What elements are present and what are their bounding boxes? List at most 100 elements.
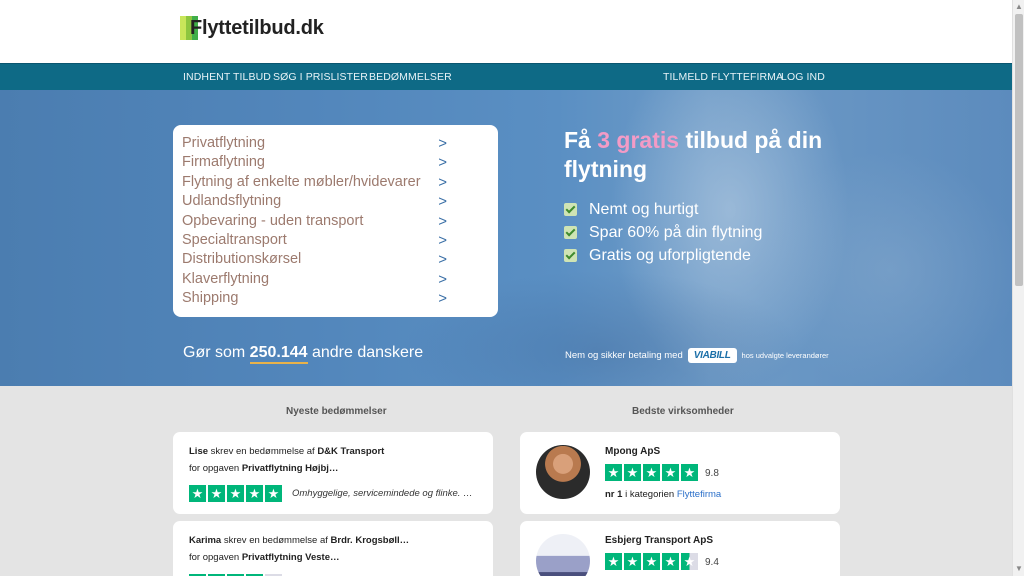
review-header: Karima skrev en bedømmelse af Brdr. Krog…: [189, 535, 409, 546]
review-header: Lise skrev en bedømmelse af D&K Transpor…: [189, 446, 384, 457]
page-scrollbar[interactable]: ▲ ▼: [1012, 0, 1024, 576]
benefit-label: Spar 60% på din flytning: [589, 223, 763, 241]
job-title: Privatflytning Højbj…: [241, 463, 339, 474]
rating-stars: ★★★★★: [605, 553, 698, 570]
firm-score: 9.8: [705, 468, 719, 479]
star-icon: ★: [624, 553, 641, 570]
benefit-item: Gratis og uforpligtende: [564, 244, 762, 267]
menu-item-klaverflytning[interactable]: Klaverflytning >: [182, 270, 489, 289]
firm-card[interactable]: Esbjerg Transport ApS ★ ★ ★ ★ ★ 9.4: [520, 521, 840, 576]
star-icon: ★: [624, 464, 641, 481]
firm-score: 9.4: [705, 557, 719, 568]
star-icon: ★: [189, 485, 206, 502]
category-link[interactable]: Flyttefirma: [677, 489, 721, 500]
menu-item-distributionskoersel[interactable]: Distributionskørsel >: [182, 250, 489, 269]
counter-suffix: andre danskere: [307, 344, 424, 361]
chevron-right-icon: >: [438, 193, 447, 211]
content-section: Nyeste bedømmelser Bedste virksomheder L…: [0, 386, 1012, 576]
payment-suffix: hos udvalgte leverandører: [741, 351, 829, 360]
menu-item-opbevaring[interactable]: Opbevaring - uden transport >: [182, 212, 489, 231]
nav-indhent-tilbud[interactable]: INDHENT TILBUD: [183, 71, 271, 83]
menu-item-label: Specialtransport: [182, 231, 287, 248]
review-card[interactable]: Karima skrev en bedømmelse af Brdr. Krog…: [173, 521, 493, 576]
menu-item-label: Firmaflytning: [182, 154, 265, 171]
nav-bedoemmelser[interactable]: BEDØMMELSER: [369, 71, 452, 83]
checkbox-check-icon: [564, 249, 577, 262]
nav-log-ind[interactable]: LOG IND: [781, 71, 825, 83]
firm-name: Esbjerg Transport ApS: [605, 535, 713, 546]
chevron-right-icon: >: [438, 135, 447, 152]
menu-item-privatflytning[interactable]: Privatflytning >: [182, 134, 489, 153]
star-icon: ★: [681, 553, 698, 570]
star-icon: ★: [246, 485, 263, 502]
scrollbar-thumb[interactable]: [1015, 14, 1023, 286]
checkbox-check-icon: [564, 203, 577, 216]
payment-text: Nem og sikker betaling med: [565, 350, 683, 361]
star-icon: ★: [643, 464, 660, 481]
menu-item-label: Klaverflytning: [182, 270, 270, 287]
job-prefix: for opgaven: [189, 463, 242, 474]
chevron-right-icon: >: [438, 212, 447, 230]
firm-card[interactable]: Mpong ApS ★ ★ ★ ★ ★ 9.8 nr 1 i kategorien Fl…: [520, 432, 840, 514]
brand-logo[interactable]: Flyttetilbud.dk: [180, 16, 324, 40]
job-title: Privatflytning Veste…: [241, 552, 340, 563]
star-icon: ★: [662, 464, 679, 481]
benefit-item: Nemt og hurtigt: [564, 198, 762, 221]
star-icon: ★: [605, 464, 622, 481]
scroll-down-icon[interactable]: ▼: [1015, 564, 1023, 574]
menu-item-label: Privatflytning: [182, 135, 266, 151]
hero-title: Få 3 gratis tilbud på din flytning: [564, 126, 824, 184]
customer-counter: Gør som 250.144 andre danskere: [183, 344, 424, 364]
chevron-right-icon: >: [438, 290, 447, 308]
star-icon: ★: [681, 464, 698, 481]
hero-section: Privatflytning > Firmaflytning > Flytning …: [0, 90, 1012, 386]
rank-label: nr 1: [605, 489, 623, 500]
main-nav: INDHENT TILBUD SØG I PRISLISTER BEDØMMEL…: [0, 63, 1012, 90]
star-icon: ★: [662, 553, 679, 570]
chevron-right-icon: >: [438, 173, 447, 191]
viabill-logo: VIABILL: [687, 348, 737, 363]
reviewer-name: Lise: [189, 446, 209, 457]
reviewer-name: Karima: [189, 535, 222, 546]
star-icon: ★: [605, 553, 622, 570]
menu-item-udlandsflytning[interactable]: Udlandsflytning >: [182, 192, 489, 211]
menu-item-label: Flytning af enkelte møbler/hvidevarer: [182, 173, 421, 190]
firm-name: Mpong ApS: [605, 446, 661, 457]
star-icon: ★: [208, 485, 225, 502]
title-highlight: 3 gratis: [597, 127, 680, 153]
review-connector: skrev en bedømmelse af: [221, 535, 331, 546]
nav-tilmeld-flyttefirma[interactable]: TILMELD FLYTTEFIRMA: [663, 71, 783, 83]
star-icon: ★: [227, 485, 244, 502]
review-card[interactable]: Lise skrev en bedømmelse af D&K Transpor…: [173, 432, 493, 514]
review-connector: skrev en bedømmelse af: [208, 446, 318, 457]
firm-rank: nr 1 i kategorien Flyttefirma: [605, 489, 721, 500]
title-part: Få: [564, 127, 598, 153]
chevron-right-icon: >: [438, 270, 447, 288]
chevron-right-icon: >: [438, 251, 447, 269]
rank-text: i kategorien: [622, 489, 677, 500]
menu-item-firmaflytning[interactable]: Firmaflytning >: [182, 153, 489, 172]
firm-avatar: [536, 534, 590, 576]
menu-item-label: Distributionskørsel: [182, 251, 302, 268]
payment-info: Nem og sikker betaling med VIABILL hos u…: [565, 348, 829, 363]
page: Flyttetilbud.dk INDHENT TILBUD SØG I PRI…: [0, 0, 1012, 576]
scroll-up-icon[interactable]: ▲: [1015, 2, 1023, 12]
menu-item-shipping[interactable]: Shipping >: [182, 289, 489, 308]
checkbox-check-icon: [564, 226, 577, 239]
menu-item-label: Opbevaring - uden transport: [182, 212, 364, 229]
firms-title: Bedste virksomheder: [632, 406, 734, 417]
benefit-label: Gratis og uforpligtende: [589, 246, 751, 264]
menu-item-specialtransport[interactable]: Specialtransport >: [182, 231, 489, 250]
site-header: Flyttetilbud.dk: [0, 0, 1012, 63]
menu-item-enkelte-moebler[interactable]: Flytning af enkelte møbler/hvidevarer >: [182, 173, 489, 192]
counter-number: 250.144: [249, 344, 308, 364]
chevron-right-icon: >: [438, 231, 447, 249]
chevron-right-icon: >: [438, 154, 447, 172]
review-job: for opgaven Privatflytning Veste…: [189, 552, 340, 563]
firm-avatar: [536, 445, 590, 499]
brand-name: Flyttetilbud.dk: [190, 16, 324, 39]
reviewed-company: Brdr. Krogsbøll…: [330, 535, 410, 546]
star-icon: ★: [643, 553, 660, 570]
star-icon: ★: [265, 485, 282, 502]
nav-soeg-i-prislister[interactable]: SØG I PRISLISTER: [273, 71, 368, 83]
